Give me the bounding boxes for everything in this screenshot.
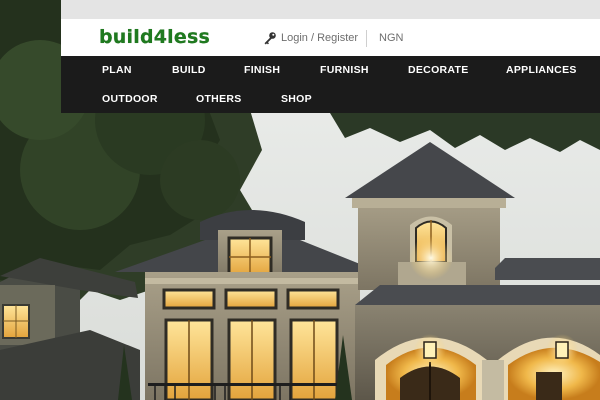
currency-selector[interactable]: NGN	[379, 32, 403, 44]
site-logo[interactable]: build4less	[99, 26, 210, 48]
nav-item-outdoor[interactable]: OUTDOOR	[102, 93, 158, 105]
nav-item-decorate[interactable]: DECORATE	[408, 64, 469, 76]
nav-item-shop[interactable]: SHOP	[281, 93, 312, 105]
login-register-link[interactable]: Login / Register	[263, 30, 358, 46]
nav-item-others[interactable]: OTHERS	[196, 93, 242, 105]
site-header: build4less Login / Register NGN	[61, 19, 600, 56]
nav-item-build[interactable]: BUILD	[172, 64, 206, 76]
top-strip	[61, 0, 600, 19]
main-navigation: PLAN BUILD FINISH FURNISH DECORATE APPLI…	[61, 56, 600, 113]
nav-item-plan[interactable]: PLAN	[102, 64, 132, 76]
nav-item-furnish[interactable]: FURNISH	[320, 64, 369, 76]
nav-item-finish[interactable]: FINISH	[244, 64, 280, 76]
login-register-label: Login / Register	[281, 32, 359, 44]
key-icon	[263, 31, 277, 45]
nav-item-appliances[interactable]: APPLIANCES	[506, 64, 577, 76]
header-divider	[366, 30, 367, 47]
